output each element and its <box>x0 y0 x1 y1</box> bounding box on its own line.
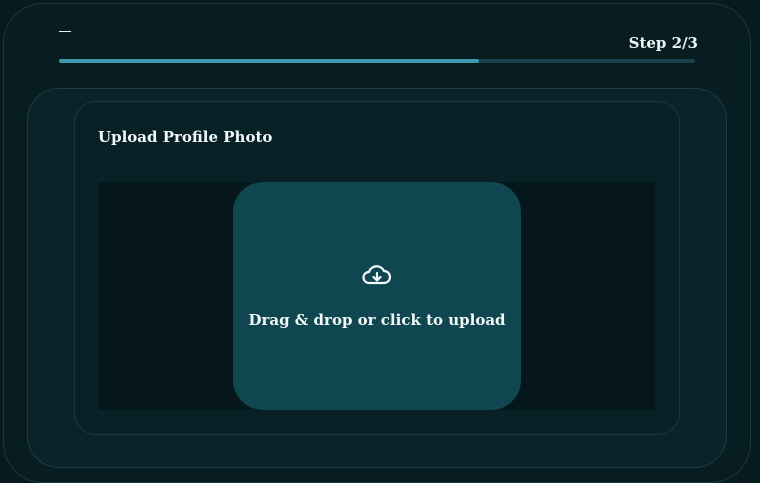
header-dash <box>59 31 71 32</box>
upload-panel-title: Upload Profile Photo <box>98 128 273 146</box>
dropzone-label: Drag & drop or click to upload <box>248 311 506 329</box>
cloud-upload-icon <box>362 265 392 285</box>
upload-dropzone[interactable]: Drag & drop or click to upload <box>233 182 521 410</box>
step-indicator: Step 2/3 <box>628 34 698 52</box>
progress-fill <box>59 59 479 63</box>
progress-bar <box>59 59 695 63</box>
